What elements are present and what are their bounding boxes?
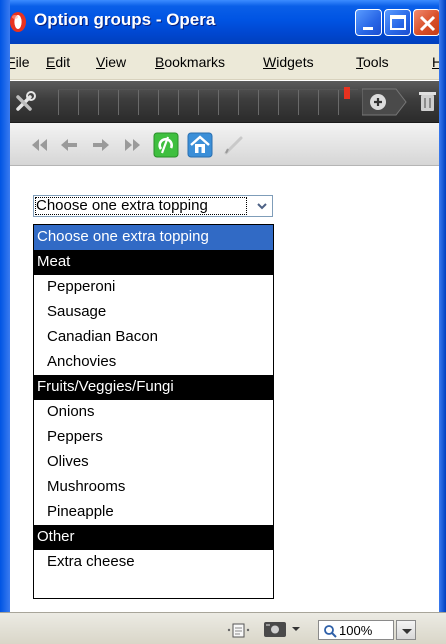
option-item[interactable]: Anchovies: [34, 350, 273, 375]
option-item[interactable]: Onions: [34, 400, 273, 425]
zoom-icon: [324, 625, 337, 638]
window-title: Option groups - Opera: [34, 10, 216, 29]
select-value: Choose one extra topping: [35, 197, 247, 215]
menu-file[interactable]: File: [7, 54, 30, 70]
home-icon[interactable]: [187, 132, 213, 158]
menu-tools[interactable]: Tools: [356, 54, 389, 70]
topping-dropdown-list: Choose one extra topping Meat Pepperoni Sau…: [33, 224, 274, 599]
option-item-selected[interactable]: Choose one extra topping: [34, 225, 273, 250]
maximize-icon: [390, 15, 406, 30]
page-content: Choose one extra topping Choose one extr…: [0, 166, 446, 612]
menu-bar: File Edit View Bookmarks Widgets Tools H: [0, 44, 446, 80]
chevron-down-icon: [402, 629, 412, 634]
minimize-icon: [363, 27, 373, 30]
zoom-value: 100%: [339, 623, 373, 638]
reload-icon[interactable]: [153, 132, 179, 158]
maximize-button[interactable]: [384, 9, 411, 36]
close-button[interactable]: [413, 9, 440, 36]
option-item[interactable]: Olives: [34, 450, 273, 475]
optgroup-label: Fruits/Veggies/Fungi: [34, 375, 273, 400]
status-bar: 100%: [0, 612, 446, 644]
forward-icon[interactable]: [88, 132, 114, 158]
opera-icon: [10, 12, 26, 32]
tab-strip: [58, 89, 358, 115]
back-icon[interactable]: [56, 132, 82, 158]
navigation-toolbar: [0, 123, 446, 166]
page-icon[interactable]: [226, 621, 252, 639]
option-item[interactable]: Peppers: [34, 425, 273, 450]
menu-edit[interactable]: Edit: [46, 54, 70, 70]
new-tab-icon[interactable]: [362, 87, 408, 117]
edit-icon[interactable]: [221, 132, 247, 158]
chevron-down-icon[interactable]: [254, 198, 270, 214]
trash-icon[interactable]: [418, 90, 438, 114]
window-frame-right: [439, 0, 446, 612]
option-item[interactable]: Mushrooms: [34, 475, 273, 500]
option-item[interactable]: Sausage: [34, 300, 273, 325]
menu-view[interactable]: View: [96, 54, 126, 70]
title-bar[interactable]: Option groups - Opera: [0, 0, 446, 44]
optgroup-label: Other: [34, 525, 273, 550]
option-item[interactable]: Pineapple: [34, 500, 273, 525]
zoom-field[interactable]: 100%: [318, 620, 394, 640]
notification-marker-icon: [344, 87, 350, 99]
optgroup-label: Meat: [34, 250, 273, 275]
option-item[interactable]: Extra cheese: [34, 550, 273, 575]
topping-select[interactable]: Choose one extra topping: [33, 195, 273, 217]
option-item[interactable]: Canadian Bacon: [34, 325, 273, 350]
tools-icon[interactable]: [12, 89, 40, 115]
minimize-button[interactable]: [355, 9, 382, 36]
rewind-icon[interactable]: [26, 132, 52, 158]
zoom-dropdown-button[interactable]: [396, 620, 416, 640]
fast-forward-icon[interactable]: [120, 132, 146, 158]
menu-widgets[interactable]: Widgets: [263, 54, 314, 70]
option-item[interactable]: Pepperoni: [34, 275, 273, 300]
camera-icon[interactable]: [262, 619, 302, 639]
window-frame-left: [0, 0, 10, 612]
close-icon: [419, 15, 436, 32]
tab-bar: [0, 81, 446, 123]
menu-bookmarks[interactable]: Bookmarks: [155, 54, 225, 70]
